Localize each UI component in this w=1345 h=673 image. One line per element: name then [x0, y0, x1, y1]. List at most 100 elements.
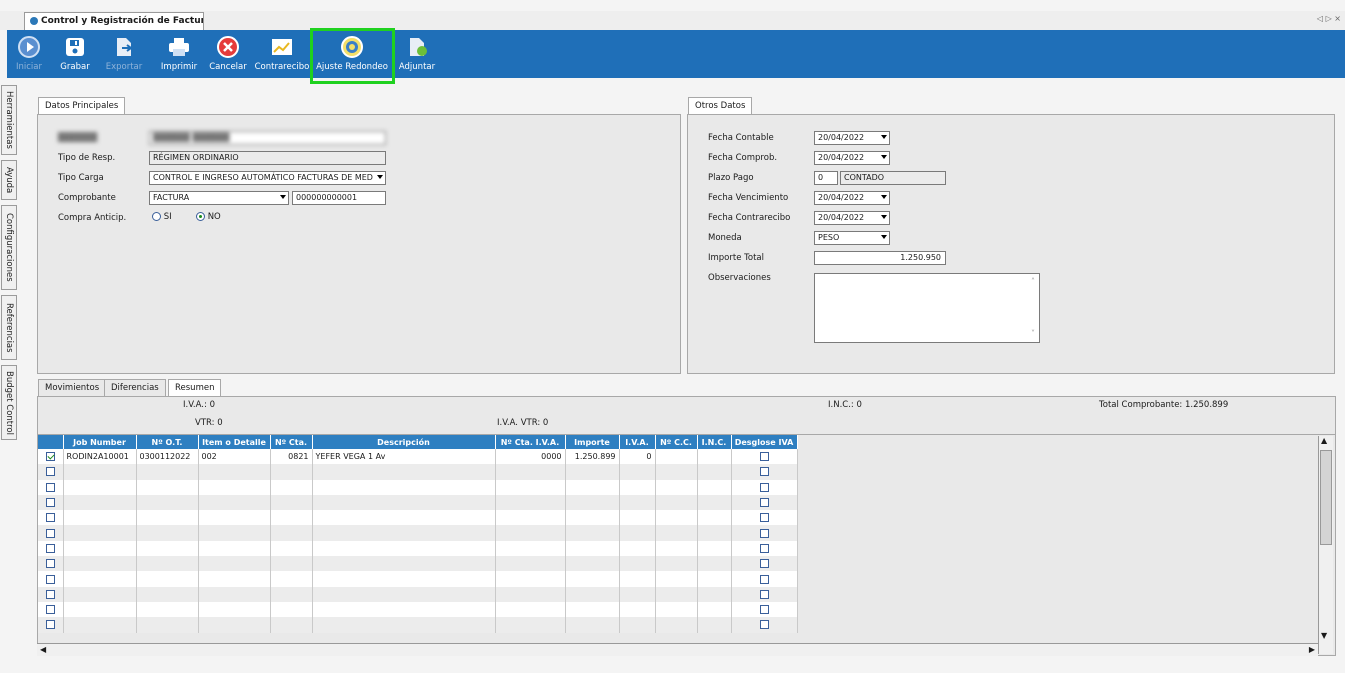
table-cell[interactable] [619, 479, 656, 495]
table-cell[interactable] [655, 494, 698, 511]
row-checkbox[interactable] [45, 543, 55, 553]
radio-si-circle[interactable] [152, 212, 161, 221]
scroll-down-icon[interactable]: ˅ [1031, 328, 1035, 340]
table-cell[interactable] [136, 601, 199, 618]
table-row[interactable] [38, 601, 798, 618]
table-cell[interactable] [198, 540, 271, 557]
grid-horizontal-scrollbar[interactable]: ◀ ▶ [37, 643, 1318, 656]
row-checkbox-cell[interactable] [38, 525, 64, 541]
header-ot[interactable]: Nº O.T. [136, 435, 199, 449]
scroll-down-icon[interactable]: ▼ [1321, 631, 1327, 640]
table-cell[interactable] [731, 494, 798, 511]
table-cell[interactable] [198, 586, 271, 602]
table-cell[interactable] [270, 586, 313, 602]
table-cell[interactable] [312, 601, 496, 618]
row-checkbox-cell[interactable] [38, 540, 64, 557]
table-cell[interactable] [565, 479, 620, 495]
scroll-right-icon[interactable]: ▶ [1309, 645, 1315, 654]
table-cell[interactable] [495, 479, 566, 495]
adjuntar-button[interactable]: Adjuntar [395, 32, 439, 76]
table-cell[interactable] [731, 479, 798, 495]
table-cell[interactable] [136, 525, 199, 541]
desglose-checkbox[interactable] [759, 543, 769, 553]
table-cell[interactable] [619, 571, 656, 587]
table-cell[interactable] [312, 494, 496, 511]
header-importe[interactable]: Importe [565, 435, 620, 449]
table-row[interactable] [38, 479, 798, 495]
table-cell[interactable] [495, 540, 566, 557]
table-cell[interactable] [63, 525, 137, 541]
table-cell[interactable] [731, 617, 798, 633]
table-cell[interactable] [731, 525, 798, 541]
plazo-pago-text[interactable]: CONTADO [840, 171, 946, 185]
grid-vertical-scrollbar[interactable]: ▲ ▼ [1318, 436, 1333, 654]
table-cell[interactable]: 1.250.899 [565, 449, 620, 465]
header-cta[interactable]: Nº Cta. [270, 435, 313, 449]
table-cell[interactable] [697, 525, 732, 541]
table-cell[interactable] [731, 510, 798, 526]
row-checkbox-cell[interactable] [38, 510, 64, 526]
table-cell[interactable] [270, 525, 313, 541]
cancelar-button[interactable]: Cancelar [205, 32, 251, 76]
table-cell[interactable] [63, 464, 137, 480]
scroll-thumb[interactable] [1320, 450, 1332, 545]
table-cell[interactable] [136, 464, 199, 480]
table-cell[interactable] [63, 586, 137, 602]
table-cell[interactable] [655, 464, 698, 480]
scroll-up-icon[interactable]: ▲ [1321, 436, 1327, 445]
table-row[interactable] [38, 464, 798, 480]
row-checkbox-cell[interactable] [38, 479, 64, 495]
table-cell[interactable] [697, 479, 732, 495]
row-checkbox[interactable] [45, 605, 55, 615]
tab-diferencias[interactable]: Diferencias [104, 379, 166, 397]
table-cell[interactable] [565, 601, 620, 618]
header-cta-iva[interactable]: Nº Cta. I.V.A. [495, 435, 566, 449]
table-cell[interactable] [63, 571, 137, 587]
table-cell[interactable] [565, 556, 620, 572]
table-cell[interactable] [697, 494, 732, 511]
table-cell[interactable] [697, 571, 732, 587]
desglose-checkbox[interactable] [759, 559, 769, 569]
observaciones-textarea[interactable]: ˄ ˅ [814, 273, 1040, 343]
table-cell[interactable] [198, 571, 271, 587]
moneda-select[interactable]: PESO [814, 231, 890, 245]
table-cell[interactable] [63, 601, 137, 618]
row-checkbox-cell[interactable] [38, 494, 64, 511]
desglose-checkbox[interactable] [759, 482, 769, 492]
table-cell[interactable] [731, 571, 798, 587]
table-cell[interactable] [270, 556, 313, 572]
table-cell[interactable] [270, 617, 313, 633]
tab-otros-datos[interactable]: Otros Datos [688, 97, 753, 115]
table-cell[interactable] [312, 556, 496, 572]
row-checkbox[interactable] [45, 589, 55, 599]
table-cell[interactable] [565, 510, 620, 526]
scroll-up-icon[interactable]: ˄ [1031, 276, 1035, 288]
table-row[interactable] [38, 494, 798, 511]
table-row[interactable] [38, 525, 798, 541]
table-cell[interactable] [731, 601, 798, 618]
table-row[interactable]: RODIN2A10001 0300112022 002 0821 YEFER VEGA … [38, 449, 798, 465]
table-cell[interactable] [697, 601, 732, 618]
desglose-checkbox[interactable] [759, 605, 769, 615]
header-inc[interactable]: I.N.C. [697, 435, 732, 449]
desglose-checkbox[interactable] [759, 589, 769, 599]
row-checkbox[interactable] [45, 452, 55, 462]
table-cell[interactable] [136, 494, 199, 511]
table-cell[interactable] [655, 586, 698, 602]
table-cell[interactable] [619, 586, 656, 602]
side-tab-configuraciones[interactable]: Configuraciones [1, 205, 17, 290]
table-cell[interactable] [312, 586, 496, 602]
table-row[interactable] [38, 540, 798, 557]
table-cell[interactable] [655, 479, 698, 495]
scroll-left-icon[interactable]: ◀ [40, 645, 46, 654]
table-cell[interactable] [565, 494, 620, 511]
fecha-contable-field[interactable]: 20/04/2022 [814, 131, 890, 145]
table-cell[interactable] [270, 479, 313, 495]
row-checkbox[interactable] [45, 513, 55, 523]
table-row[interactable] [38, 586, 798, 602]
table-cell[interactable] [619, 540, 656, 557]
desglose-checkbox[interactable] [759, 574, 769, 584]
table-cell[interactable] [495, 617, 566, 633]
tipo-carga-select[interactable]: CONTROL E INGRESO AUTOMÁTICO FACTURAS DE… [149, 171, 386, 185]
row-checkbox-cell[interactable] [38, 464, 64, 480]
